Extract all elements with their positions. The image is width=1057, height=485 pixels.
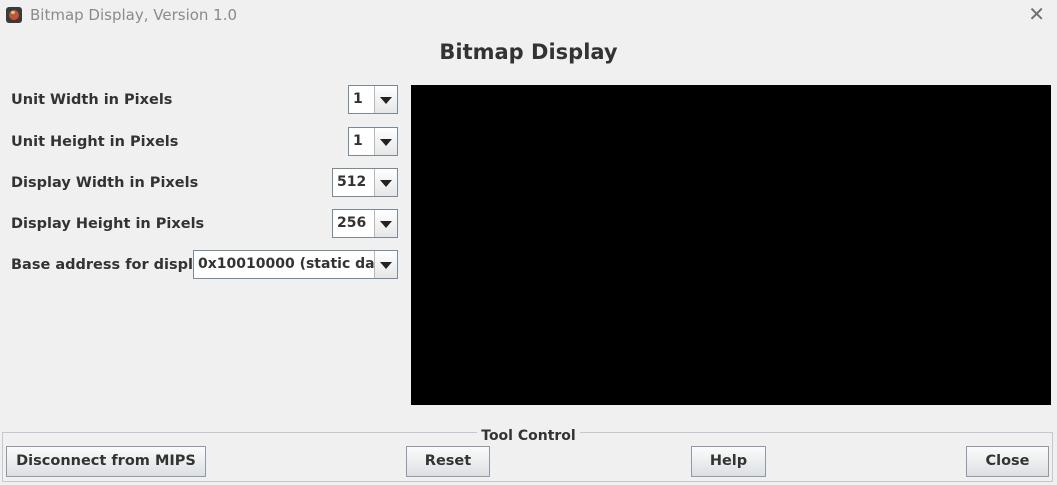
display-height-select[interactable]: 256 xyxy=(332,209,398,238)
base-address-value: 0x10010000 (static data) xyxy=(198,256,374,272)
unit-height-select[interactable]: 1 xyxy=(348,127,398,156)
base-address-select[interactable]: 0x10010000 (static data) xyxy=(193,250,398,279)
display-width-label: Display Width in Pixels xyxy=(11,175,199,191)
close-button[interactable]: Close xyxy=(966,446,1049,477)
tool-control-legend: Tool Control xyxy=(0,425,1057,444)
window-close-icon[interactable]: ✕ xyxy=(1028,3,1045,25)
reset-button[interactable]: Reset xyxy=(406,446,490,477)
help-button[interactable]: Help xyxy=(691,446,766,477)
unit-width-value: 1 xyxy=(353,91,363,107)
display-width-select[interactable]: 512 xyxy=(332,168,398,197)
chevron-down-icon[interactable] xyxy=(374,86,397,113)
chevron-down-icon[interactable] xyxy=(374,128,397,155)
display-width-value: 512 xyxy=(337,174,367,190)
title-bar: Bitmap Display, Version 1.0 ✕ xyxy=(0,0,1057,30)
page-title: Bitmap Display xyxy=(439,40,618,64)
chevron-down-icon[interactable] xyxy=(374,251,397,278)
tool-control-title: Tool Control xyxy=(477,428,580,444)
unit-width-label: Unit Width in Pixels xyxy=(11,92,173,108)
chevron-down-icon[interactable] xyxy=(374,169,397,196)
unit-height-value: 1 xyxy=(353,133,363,149)
app-icon xyxy=(6,7,22,23)
bitmap-display-canvas xyxy=(411,85,1051,405)
unit-width-select[interactable]: 1 xyxy=(348,85,398,114)
base-address-label: Base address for display xyxy=(11,257,212,273)
unit-height-label: Unit Height in Pixels xyxy=(11,134,179,150)
disconnect-button[interactable]: Disconnect from MIPS xyxy=(6,446,206,477)
chevron-down-icon[interactable] xyxy=(374,210,397,237)
display-height-value: 256 xyxy=(337,215,367,231)
window-title: Bitmap Display, Version 1.0 xyxy=(30,6,238,24)
display-height-label: Display Height in Pixels xyxy=(11,216,205,232)
